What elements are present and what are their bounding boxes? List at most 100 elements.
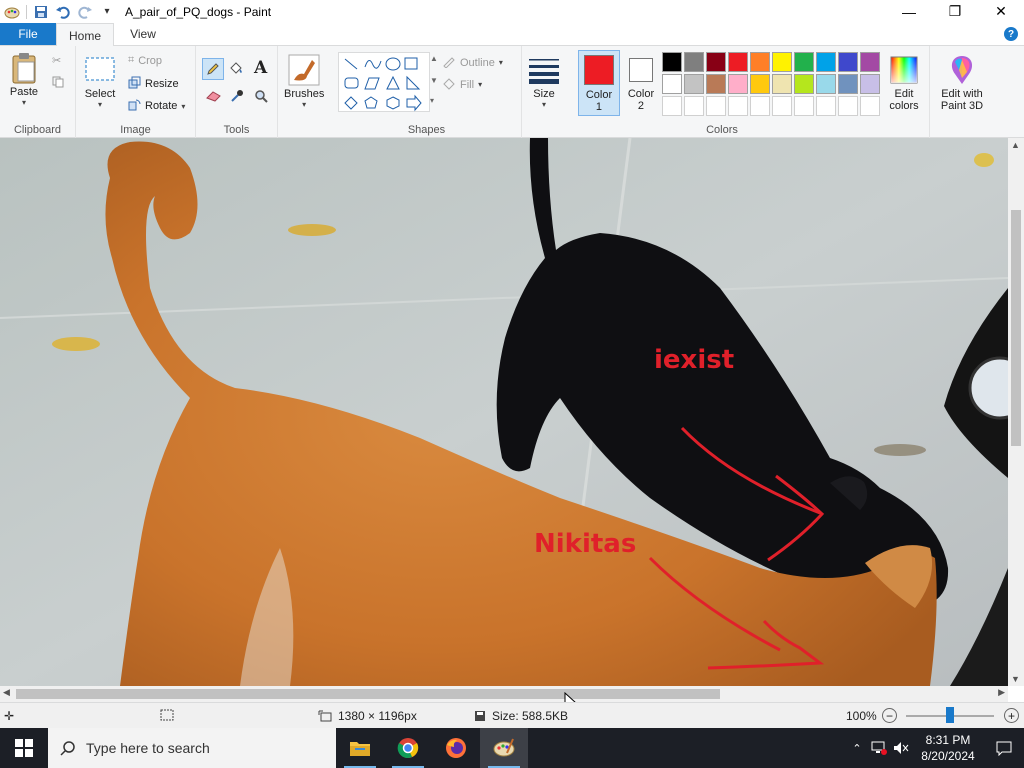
palette-swatch[interactable] <box>772 96 792 116</box>
palette-swatch[interactable] <box>706 74 726 94</box>
palette-swatch[interactable] <box>662 74 682 94</box>
palette-swatch[interactable] <box>684 52 704 72</box>
palette-swatch[interactable] <box>684 74 704 94</box>
shapes-expand-icon[interactable]: ▾ <box>430 96 434 105</box>
show-hidden-icons-icon[interactable]: ⌃ <box>846 742 868 755</box>
tab-file[interactable]: File <box>0 23 56 45</box>
taskbar-chrome[interactable] <box>384 728 432 768</box>
palette-swatch[interactable] <box>728 96 748 116</box>
palette-swatch[interactable] <box>860 74 880 94</box>
palette-swatch[interactable] <box>860 96 880 116</box>
customize-toolbar-icon[interactable]: ▾ <box>99 4 115 20</box>
canvas-viewport[interactable]: iexist Nikitas <box>0 138 1008 686</box>
palette-swatch[interactable] <box>750 74 770 94</box>
edit-colors-button[interactable]: Edit colors <box>884 54 924 112</box>
rotate-button[interactable]: Rotate ▾ <box>128 98 185 114</box>
network-icon[interactable] <box>868 741 890 755</box>
fill-bucket-icon[interactable] <box>228 60 244 76</box>
palette-swatch[interactable] <box>838 52 858 72</box>
palette-swatch[interactable] <box>684 96 704 116</box>
zoom-in-button[interactable]: + <box>1004 708 1019 723</box>
brush-icon <box>288 54 320 86</box>
taskbar-search-box[interactable]: Type here to search <box>48 728 336 768</box>
paint-app-icon[interactable] <box>4 4 20 20</box>
scroll-down-icon[interactable]: ▼ <box>1011 674 1020 684</box>
taskbar-file-explorer[interactable] <box>336 728 384 768</box>
copy-icon[interactable] <box>52 76 64 88</box>
scroll-left-icon[interactable]: ◀ <box>3 687 10 698</box>
palette-swatch[interactable] <box>772 74 792 94</box>
start-button[interactable] <box>0 728 48 768</box>
eraser-icon[interactable] <box>206 90 222 102</box>
palette-swatch[interactable] <box>816 74 836 94</box>
scroll-right-icon[interactable]: ▶ <box>998 687 1005 698</box>
taskbar-firefox[interactable] <box>432 728 480 768</box>
color-picker-icon[interactable] <box>230 89 244 103</box>
edit-paint3d-button[interactable]: Edit with Paint 3D <box>934 54 990 112</box>
palette-swatch[interactable] <box>794 96 814 116</box>
image-group-label: Image <box>120 124 151 136</box>
select-button[interactable]: Select ▾ <box>84 54 116 109</box>
vertical-scroll-thumb[interactable] <box>1011 210 1021 446</box>
resize-icon <box>128 76 141 92</box>
redo-icon[interactable] <box>77 4 93 20</box>
size-button[interactable]: Size ▾ <box>528 54 560 109</box>
selection-size-icon <box>160 709 174 721</box>
palette-swatch[interactable] <box>794 52 814 72</box>
palette-swatch[interactable] <box>728 52 748 72</box>
volume-muted-icon[interactable] <box>890 741 912 755</box>
crop-button[interactable]: ⌗ Crop <box>128 54 162 67</box>
palette-swatch[interactable] <box>816 96 836 116</box>
palette-swatch[interactable] <box>706 96 726 116</box>
text-tool-icon[interactable]: A <box>254 58 267 78</box>
maximize-button[interactable]: ❐ <box>932 0 978 23</box>
palette-swatch[interactable] <box>662 96 682 116</box>
palette-swatch[interactable] <box>816 52 836 72</box>
palette-swatch[interactable] <box>706 52 726 72</box>
shapes-scroll-up-icon[interactable]: ▲ <box>430 54 438 63</box>
notifications-icon[interactable] <box>984 740 1024 756</box>
palette-swatch[interactable] <box>794 74 814 94</box>
color1-button[interactable]: Color 1 <box>578 50 620 116</box>
save-icon[interactable] <box>33 4 49 20</box>
close-button[interactable]: ✕ <box>978 0 1024 23</box>
tab-home[interactable]: Home <box>56 23 114 47</box>
shapes-scroll-down-icon[interactable]: ▼ <box>430 76 438 85</box>
shapes-gallery[interactable] <box>338 52 430 112</box>
taskbar-paint[interactable] <box>480 728 528 768</box>
window-title: A_pair_of_PQ_dogs - Paint <box>125 4 272 19</box>
help-icon[interactable]: ? <box>1004 27 1018 41</box>
zoom-slider-thumb[interactable] <box>946 707 954 723</box>
palette-swatch[interactable] <box>838 96 858 116</box>
horizontal-scroll-thumb[interactable] <box>16 689 720 699</box>
brushes-dropdown-icon: ▾ <box>302 100 307 109</box>
clock[interactable]: 8:31 PM 8/20/2024 <box>912 732 984 764</box>
resize-button[interactable]: Resize <box>128 76 179 92</box>
zoom-out-button[interactable]: − <box>882 708 897 723</box>
file-size: Size: 588.5KB <box>474 709 568 723</box>
scroll-up-icon[interactable]: ▲ <box>1011 140 1020 150</box>
vertical-scrollbar[interactable]: ▲ ▼ <box>1008 138 1024 686</box>
palette-swatch[interactable] <box>860 52 880 72</box>
color2-button[interactable]: Color 2 <box>622 50 660 116</box>
palette-swatch[interactable] <box>838 74 858 94</box>
tab-view[interactable]: View <box>114 23 172 45</box>
palette-swatch[interactable] <box>662 52 682 72</box>
ribbon-tabs: File Home View ? <box>0 23 1024 47</box>
palette-swatch[interactable] <box>750 96 770 116</box>
palette-swatch[interactable] <box>772 52 792 72</box>
horizontal-scrollbar[interactable]: ◀ ▶ <box>0 686 1008 702</box>
brushes-button[interactable]: Brushes ▾ <box>284 54 324 109</box>
cut-icon[interactable]: ✂ <box>52 54 61 67</box>
paste-button[interactable]: Paste ▾ <box>8 52 40 107</box>
outline-button[interactable]: Outline ▾ <box>442 54 503 71</box>
pencil-icon[interactable] <box>202 58 224 80</box>
palette-swatch[interactable] <box>728 74 748 94</box>
magnifier-icon[interactable] <box>254 89 268 103</box>
search-icon <box>60 741 75 756</box>
undo-icon[interactable] <box>55 4 71 20</box>
minimize-button[interactable]: — <box>886 0 932 23</box>
fill-button[interactable]: Fill ▾ <box>442 76 482 93</box>
palette-swatch[interactable] <box>750 52 770 72</box>
image-canvas[interactable]: iexist Nikitas <box>0 138 1008 686</box>
